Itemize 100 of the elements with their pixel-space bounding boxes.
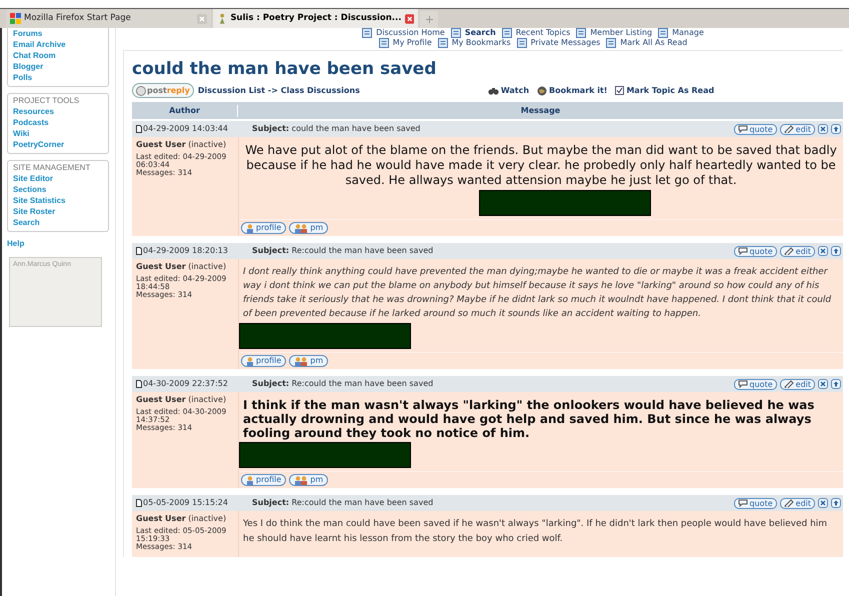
tab-title: Mozilla Firefox Start Page <box>24 12 132 25</box>
message-text: We have put alot of the blame on the friends. But maybe the man did want to be saved that badly because if he had he would have made it very clear. he probedly only half heartedly wanted to be saved. He allways wanted attension maybe he just let go of that. <box>244 142 838 189</box>
top-button[interactable] <box>831 379 841 389</box>
nav-link[interactable]: Discussion Home <box>362 28 445 38</box>
author-name: Guest User (inactive) <box>136 515 228 523</box>
quote-button[interactable]: quote <box>734 498 777 508</box>
nav-icon <box>378 38 389 48</box>
sidebar-link[interactable]: Sections <box>13 184 103 195</box>
quote-button[interactable]: quote <box>734 246 777 256</box>
sidebar-link[interactable]: Blogger <box>13 61 103 72</box>
arrow-up-icon <box>833 381 839 387</box>
nav-link[interactable]: My Bookmarks <box>438 38 511 48</box>
speech-bubble-icon <box>738 125 748 133</box>
nav-link[interactable]: Private Messages <box>516 38 600 48</box>
edit-button[interactable]: edit <box>780 124 815 134</box>
pm-button[interactable]: pm <box>289 222 328 234</box>
post-subject: Subject: could the man have been saved <box>252 123 422 135</box>
help-link[interactable]: Help <box>7 238 109 250</box>
colorful-logo-icon <box>10 13 21 24</box>
message-text: I think if the man wasn't always "larking" the onlookers would have believed he was actually drowning and would have got help and saved him. But since he was always fooling around they took no notice of him. <box>242 397 816 442</box>
column-header: Message <box>520 104 562 116</box>
author-name: Guest User (inactive) <box>136 396 228 404</box>
quote-button[interactable]: quote <box>734 378 777 390</box>
tab-title: Sulis : Poetry Project : Discussion... <box>230 12 402 25</box>
people-icon <box>294 224 308 232</box>
arrow-up-icon <box>833 500 839 506</box>
nav-icon <box>450 28 461 38</box>
delete-button[interactable] <box>818 498 828 508</box>
close-icon <box>820 500 826 506</box>
edit-button[interactable]: edit <box>780 246 815 256</box>
close-icon <box>820 248 826 254</box>
post-date: 04-29-2009 14:03:44 <box>132 123 252 135</box>
browser-tab[interactable]: Sulis : Poetry Project : Discussion... <box>213 9 418 28</box>
plus-icon <box>426 16 432 23</box>
post-subject: Subject: Re:could the man have been saved <box>252 497 434 509</box>
post-date: 05-05-2009 15:15:24 <box>132 497 252 509</box>
message-text: Yes I do think the man could have been saved if he wasn't always "larking". If he didn't lark then people would have believed him he should have learnt his lesson from the story the boy who cried wolf. <box>242 518 828 546</box>
checkbox-icon <box>615 86 624 95</box>
browser-tab[interactable]: Mozilla Firefox Start Page <box>6 9 211 28</box>
top-button[interactable] <box>831 498 841 508</box>
pm-button[interactable]: pm <box>289 474 328 486</box>
sidebar-link[interactable]: Chat Room <box>13 50 103 61</box>
arrow-up-icon <box>833 126 839 132</box>
nav-icon <box>438 38 448 48</box>
sidebar-link[interactable]: Site Statistics <box>13 195 103 206</box>
pm-button[interactable]: pm <box>289 355 328 367</box>
breadcrumb[interactable]: Discussion List -> Class Discussions <box>198 84 360 96</box>
sidebar-link[interactable]: Polls <box>13 72 103 83</box>
sidebar-link[interactable]: Site Editor <box>13 173 103 184</box>
profile-button[interactable]: profile <box>241 474 286 486</box>
figure-icon <box>217 13 228 24</box>
speech-bubble-icon <box>738 380 748 388</box>
page-title: could the man have been saved <box>132 59 438 79</box>
profile-button[interactable]: profile <box>241 222 286 234</box>
binoculars-icon <box>488 86 499 94</box>
sidebar-link[interactable]: Resources <box>13 106 103 117</box>
profile-button[interactable]: profile <box>241 355 286 367</box>
post-date: 04-30-2009 22:37:52 <box>132 378 252 390</box>
quote-button[interactable]: quote <box>734 124 777 134</box>
close-icon[interactable] <box>404 14 414 24</box>
topic-action-link[interactable]: Bookmark it! <box>537 84 608 96</box>
nav-link[interactable]: Manage <box>658 28 704 38</box>
sidebar-link[interactable]: Site Roster <box>13 206 103 217</box>
post-subject: Subject: Re:could the man have been saved <box>252 245 434 257</box>
sidebar-heading: PROJECT TOOLS <box>13 96 80 106</box>
delete-button[interactable] <box>818 379 828 389</box>
top-button[interactable] <box>831 124 841 134</box>
sidebar-link[interactable]: Forums <box>13 28 103 39</box>
edit-button[interactable]: edit <box>780 498 815 508</box>
topic-action-link[interactable]: Mark Topic As Read <box>615 84 714 96</box>
sidebar-link[interactable]: Wiki <box>13 128 103 139</box>
pencil-icon <box>784 499 794 507</box>
speech-bubble-icon <box>738 499 748 507</box>
nav-icon <box>658 28 668 38</box>
author-name: Guest User (inactive) <box>136 141 228 149</box>
nav-link[interactable]: My Profile <box>378 38 432 48</box>
nav-link[interactable]: Member Listing <box>576 28 652 38</box>
sidebar-heading: SITE MANAGEMENT <box>13 163 92 173</box>
nav-link[interactable]: Search <box>450 28 496 38</box>
column-header: Author <box>132 104 238 116</box>
people-icon <box>294 356 308 366</box>
close-icon <box>820 126 826 132</box>
sidebar-link[interactable]: Search <box>13 217 103 228</box>
person-icon <box>246 356 254 366</box>
pencil-icon <box>784 125 794 133</box>
nav-link[interactable]: Mark All As Read <box>606 38 688 48</box>
arrow-up-icon <box>833 248 839 254</box>
close-icon <box>820 381 826 387</box>
delete-button[interactable] <box>818 246 828 256</box>
post-reply-button[interactable]: postreply <box>132 83 194 98</box>
top-button[interactable] <box>831 246 841 256</box>
delete-button[interactable] <box>818 124 828 134</box>
sidebar-link[interactable]: PoetryCorner <box>13 139 103 150</box>
edit-button[interactable]: edit <box>780 378 815 390</box>
sidebar-link[interactable]: Email Archive <box>13 39 103 50</box>
topic-action-link[interactable]: Watch <box>488 84 530 96</box>
sidebar-link[interactable]: Podcasts <box>13 117 103 128</box>
globe-icon <box>537 86 548 96</box>
post-subject: Subject: Re:could the man have been saved <box>252 378 434 390</box>
nav-link[interactable]: Recent Topics <box>502 28 570 38</box>
